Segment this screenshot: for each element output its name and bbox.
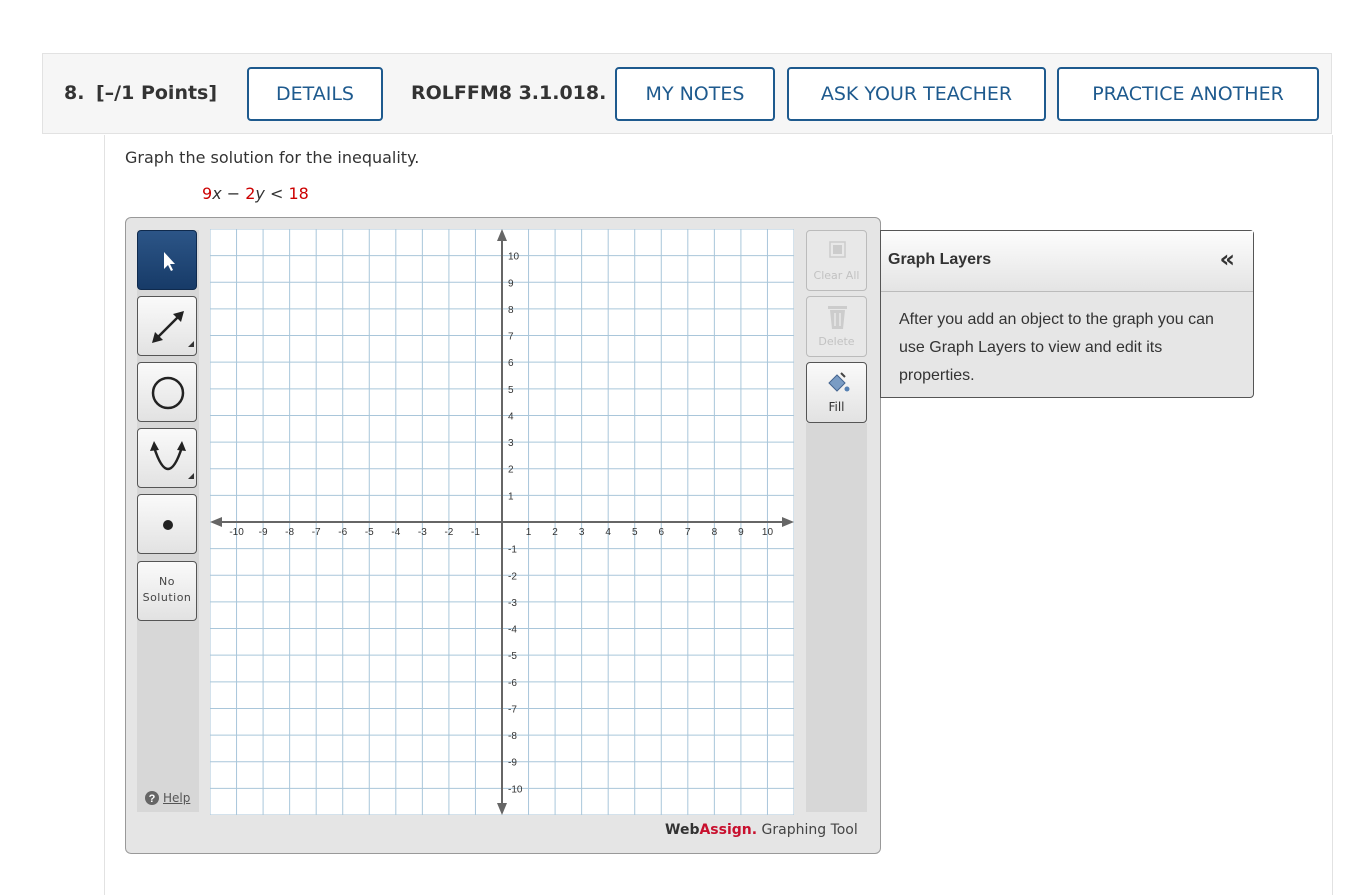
var-y: y xyxy=(255,184,265,203)
graph-layers-message: After you add an object to the graph you… xyxy=(899,311,1214,384)
x-tick-label: -10 xyxy=(229,527,244,538)
y-tick-label: 4 xyxy=(508,411,514,422)
circle-icon xyxy=(151,376,185,410)
my-notes-button[interactable]: MY NOTES xyxy=(615,67,775,121)
action-palette xyxy=(806,423,867,812)
y-tick-label: -10 xyxy=(508,784,523,795)
y-tick-label: 7 xyxy=(508,332,514,343)
details-button[interactable]: DETAILS xyxy=(247,67,383,121)
graph-canvas[interactable]: -10 -9 -8 -7 -6 -5 -4 -3 -2 -1 1 2 3 4 5 6 7 8 9 10 -10 -9 -8 -… xyxy=(210,229,794,815)
var-x: x xyxy=(212,184,222,203)
brand-web: Web xyxy=(665,822,700,838)
y-tick-label: -7 xyxy=(508,704,517,715)
x-tick-label: 6 xyxy=(658,527,664,538)
x-tick-label: -5 xyxy=(365,527,374,538)
no-solution-label-1: No xyxy=(159,575,175,588)
y-tick-label: 6 xyxy=(508,358,514,369)
select-tool-button[interactable] xyxy=(137,230,197,290)
x-tick-label: -8 xyxy=(285,527,294,538)
x-tick-label: 3 xyxy=(579,527,585,538)
brand-assign: Assign. xyxy=(699,822,758,838)
fill-label: Fill xyxy=(828,400,845,414)
delete-button[interactable]: Delete xyxy=(806,296,867,357)
x-tick-label: -1 xyxy=(471,527,480,538)
x-tick-label: 2 xyxy=(552,527,558,538)
clear-all-button[interactable]: Clear All xyxy=(806,230,867,291)
y-tick-label: 1 xyxy=(508,491,514,502)
x-tick-label: -3 xyxy=(418,527,427,538)
x-tick-label: 4 xyxy=(605,527,611,538)
x-tick-label: 5 xyxy=(632,527,638,538)
graph-layers-header: Graph Layers « xyxy=(881,231,1253,292)
coef-x: 9 xyxy=(202,184,213,203)
y-tick-label: 10 xyxy=(508,252,520,263)
op-less-than: < xyxy=(264,184,289,203)
inequality-expression: 9x − 2y < 18 xyxy=(202,184,309,203)
dot-icon xyxy=(163,520,173,530)
op-minus: − xyxy=(221,184,246,203)
question-points: [–/1 Points] xyxy=(96,82,218,104)
y-tick-label: -2 xyxy=(508,571,517,582)
graph-layers-title: Graph Layers xyxy=(888,251,992,268)
brand-suffix: Graphing Tool xyxy=(757,822,858,838)
x-tick-label: -4 xyxy=(391,527,400,538)
y-tick-label: -9 xyxy=(508,758,517,769)
y-tick-label: -1 xyxy=(508,545,517,556)
x-tick-label: 10 xyxy=(762,527,774,538)
y-tick-label: -3 xyxy=(508,598,517,609)
y-tick-label: 2 xyxy=(508,465,514,476)
practice-another-button[interactable]: PRACTICE ANOTHER xyxy=(1057,67,1319,121)
x-tick-label: 9 xyxy=(738,527,744,538)
coef-y: 2 xyxy=(245,184,256,203)
line-tool-button[interactable] xyxy=(137,296,197,356)
x-tick-label: -6 xyxy=(338,527,347,538)
x-tick-label: -2 xyxy=(444,527,453,538)
y-tick-label: 3 xyxy=(508,438,514,449)
parabola-icon xyxy=(150,441,194,479)
ask-your-teacher-button[interactable]: ASK YOUR TEACHER xyxy=(787,67,1046,121)
double-arrow-line-icon xyxy=(152,311,194,347)
trash-icon xyxy=(828,306,847,329)
arrow-pointer-icon xyxy=(164,252,175,271)
clear-all-icon xyxy=(829,241,846,258)
circle-tool-button[interactable] xyxy=(137,362,197,422)
y-tick-label: -4 xyxy=(508,625,517,636)
y-tick-label: -6 xyxy=(508,678,517,689)
point-tool-button[interactable] xyxy=(137,494,197,554)
webassign-brand: WebAssign. Graphing Tool xyxy=(665,822,858,838)
clear-all-label: Clear All xyxy=(813,269,860,282)
collapse-icon[interactable]: « xyxy=(1219,245,1235,273)
no-solution-label-2: Solution xyxy=(142,591,192,604)
x-tick-label: -7 xyxy=(312,527,321,538)
x-tick-label: 8 xyxy=(712,527,718,538)
question-reference: ROLFFM8 3.1.018. xyxy=(411,82,607,104)
help-label: Help xyxy=(163,791,191,805)
fill-button[interactable]: Fill xyxy=(806,362,867,423)
help-link[interactable]: ? Help xyxy=(144,790,190,806)
svg-text:?: ? xyxy=(149,793,156,805)
y-tick-label: 9 xyxy=(508,278,514,289)
y-tick-label: -5 xyxy=(508,651,517,662)
x-tick-label: 7 xyxy=(685,527,691,538)
y-tick-label: 5 xyxy=(508,385,514,396)
no-solution-button[interactable]: No Solution xyxy=(137,561,197,621)
graph-layers-panel: Graph Layers « After you add an object t… xyxy=(880,230,1254,398)
question-prompt: Graph the solution for the inequality. xyxy=(125,148,420,167)
x-tick-label: 1 xyxy=(526,527,532,538)
constant: 18 xyxy=(288,184,309,203)
delete-label: Delete xyxy=(818,335,855,348)
parabola-tool-button[interactable] xyxy=(137,428,197,488)
x-tick-label: -9 xyxy=(259,527,268,538)
y-tick-label: 8 xyxy=(508,305,514,316)
help-icon: ? xyxy=(145,791,159,805)
question-number: 8. xyxy=(64,82,85,104)
y-tick-label: -8 xyxy=(508,731,517,742)
paint-bucket-icon xyxy=(828,372,850,392)
